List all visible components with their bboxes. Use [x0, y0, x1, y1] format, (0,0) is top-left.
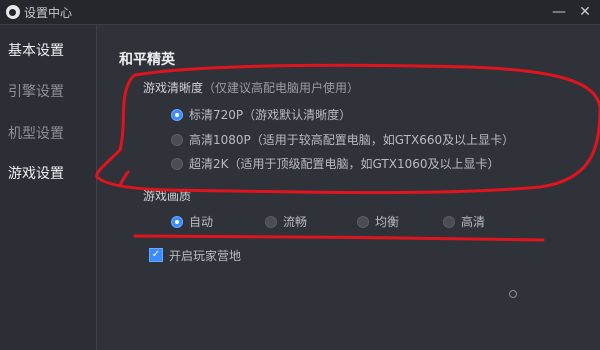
- app-logo-icon: [6, 5, 20, 19]
- title-bar: 设置中心 — ✕: [0, 0, 600, 25]
- radio-quality-smooth[interactable]: [265, 216, 277, 228]
- page-title: 和平精英: [119, 52, 175, 68]
- sidebar-item-basic[interactable]: 基本设置: [8, 40, 64, 60]
- sidebar-item-engine[interactable]: 引擎设置: [8, 81, 64, 101]
- radio-720p[interactable]: [171, 109, 183, 121]
- radio-quality-auto[interactable]: [171, 216, 183, 228]
- sidebar: 基本设置 引擎设置 机型设置 游戏设置: [0, 25, 97, 350]
- close-icon[interactable]: ✕: [574, 2, 596, 22]
- radio-2k[interactable]: [171, 158, 183, 170]
- radio-quality-balanced[interactable]: [357, 216, 369, 228]
- player-camp-checkbox[interactable]: ✓: [149, 248, 163, 262]
- option-1080p[interactable]: 高清1080P（适用于较高配置电脑，如GTX660及以上显卡）: [189, 131, 514, 148]
- window-title: 设置中心: [24, 6, 73, 20]
- resolution-note: （仅建议高配电脑用户使用）: [203, 81, 360, 95]
- radio-quality-hd[interactable]: [443, 216, 455, 228]
- option-2k-label: 超清2K: [189, 157, 229, 171]
- sidebar-item-device[interactable]: 机型设置: [8, 123, 64, 143]
- option-720p[interactable]: 标清720P（游戏默认清晰度）: [189, 106, 351, 123]
- option-quality-smooth[interactable]: 流畅: [283, 213, 307, 230]
- option-720p-label: 标清720P: [189, 108, 244, 122]
- player-camp-label: 开启玩家营地: [169, 249, 242, 263]
- sidebar-item-game[interactable]: 游戏设置: [8, 163, 64, 183]
- radio-1080p[interactable]: [171, 134, 183, 146]
- option-quality-auto[interactable]: 自动: [189, 213, 213, 230]
- option-quality-balanced[interactable]: 均衡: [375, 213, 399, 230]
- settings-panel: 和平精英 游戏清晰度（仅建议高配电脑用户使用） 标清720P（游戏默认清晰度） …: [97, 25, 600, 350]
- option-1080p-label: 高清1080P: [189, 133, 251, 147]
- option-1080p-note: （适用于较高配置电脑，如GTX660及以上显卡）: [250, 133, 515, 147]
- option-2k-note: （适用于顶级配置电脑，如GTX1060及以上显卡）: [228, 157, 500, 171]
- resolution-label: 游戏清晰度: [143, 81, 204, 95]
- option-720p-note: （游戏默认清晰度）: [243, 108, 352, 122]
- indicator-dot: [509, 290, 517, 298]
- quality-label: 游戏画质: [143, 189, 192, 203]
- resolution-group-label: 游戏清晰度（仅建议高配电脑用户使用）: [143, 79, 359, 96]
- minimize-icon[interactable]: —: [548, 2, 570, 22]
- option-2k[interactable]: 超清2K（适用于顶级配置电脑，如GTX1060及以上显卡）: [189, 155, 499, 172]
- option-quality-hd[interactable]: 高清: [461, 213, 485, 230]
